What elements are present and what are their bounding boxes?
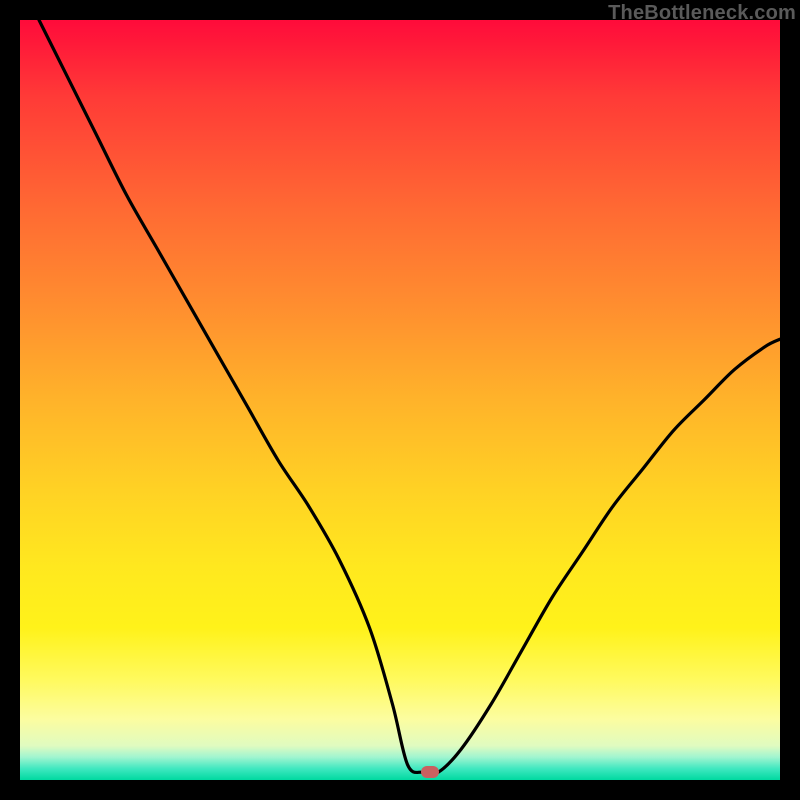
curve-path: [39, 20, 780, 774]
chart-frame: TheBottleneck.com: [0, 0, 800, 800]
optimal-marker: [421, 766, 439, 778]
bottleneck-curve: [20, 20, 780, 780]
